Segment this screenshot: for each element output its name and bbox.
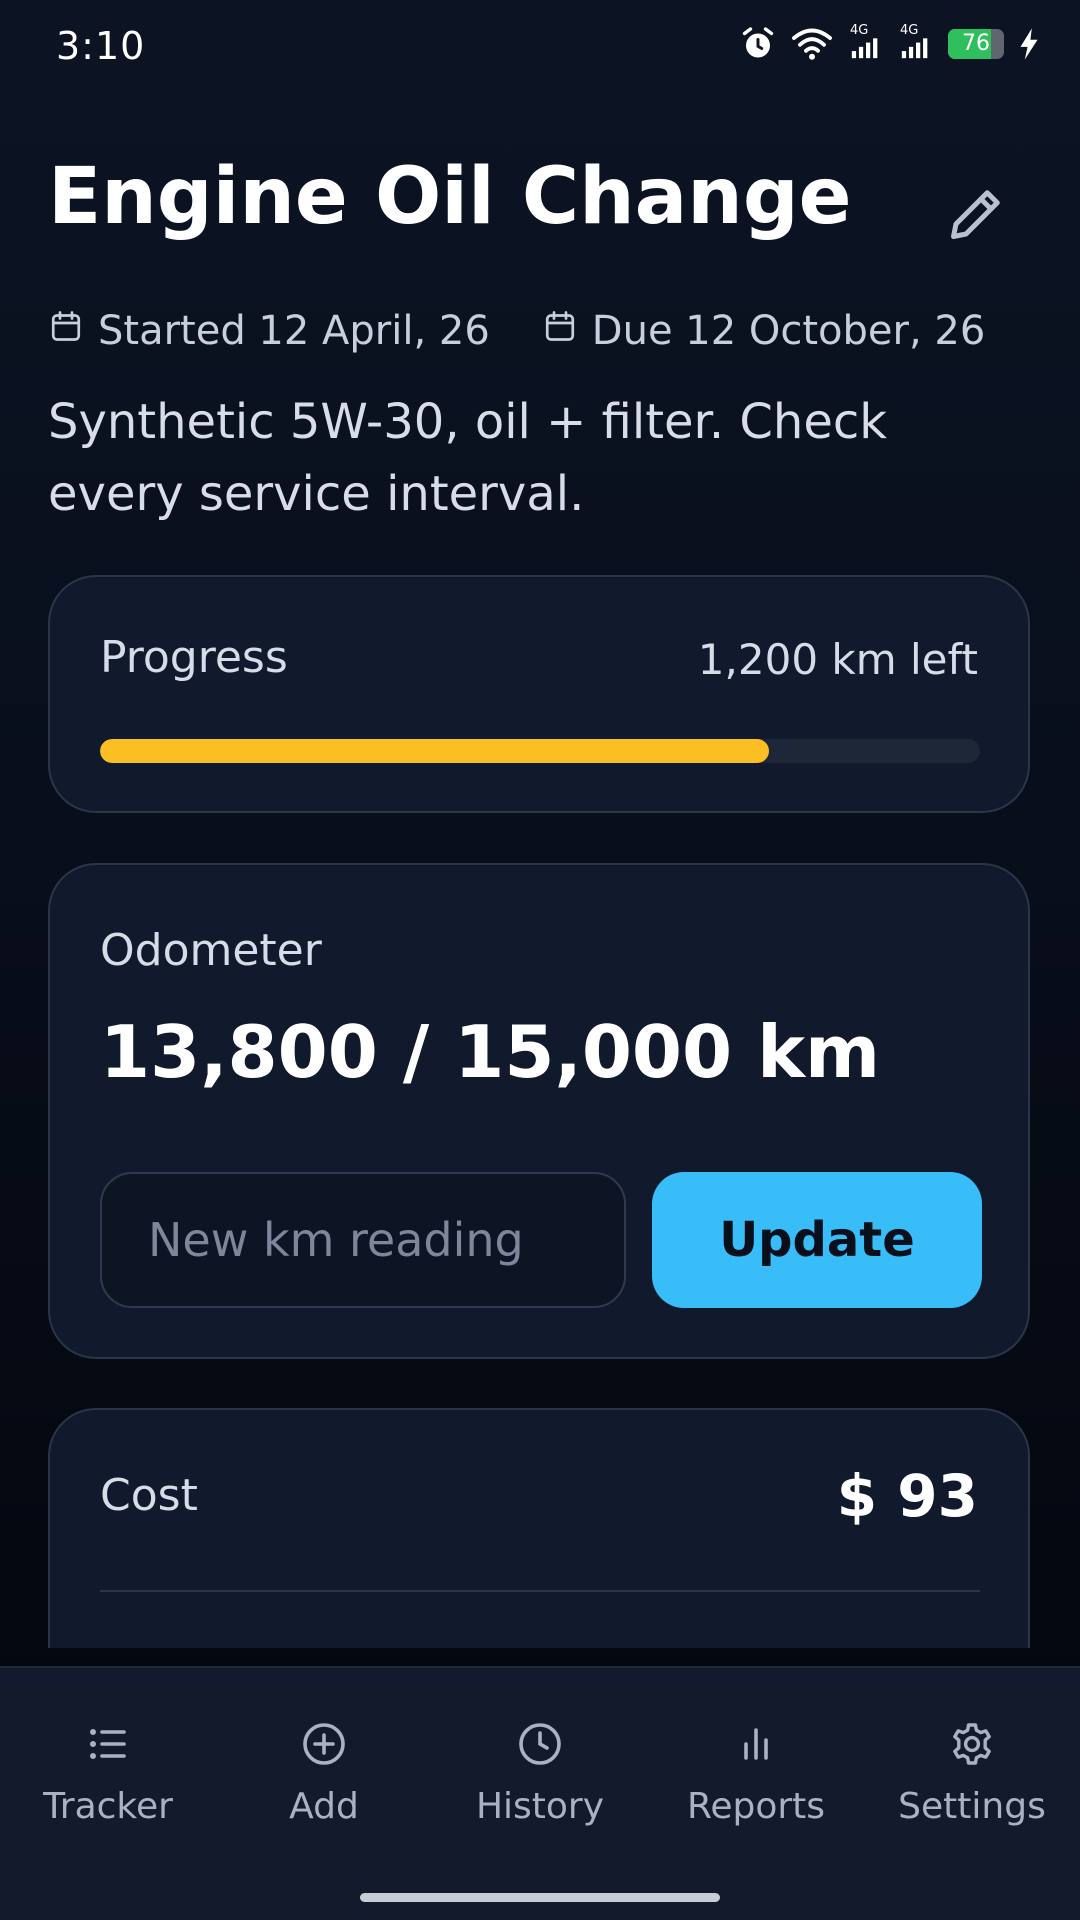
battery-level: 76	[962, 31, 990, 56]
home-indicator[interactable]	[360, 1893, 720, 1902]
gear-icon	[948, 1720, 996, 1768]
bottom-nav: Tracker Add History Reports Settings	[0, 1666, 1080, 1920]
signal-icon: 4G	[848, 23, 884, 61]
nav-item-history[interactable]: History	[432, 1720, 648, 1827]
nav-label-add: Add	[289, 1786, 359, 1827]
nav-label-reports: Reports	[686, 1786, 826, 1827]
bar-chart-icon	[732, 1720, 780, 1768]
progress-bar-fill	[100, 739, 769, 763]
battery-icon: 76	[948, 29, 1004, 59]
nav-label-history: History	[475, 1786, 605, 1827]
calendar-icon	[48, 308, 98, 354]
cost-card: Cost $ 93	[48, 1408, 1030, 1648]
start-date: Started 12 April, 26	[48, 308, 490, 354]
status-time: 3:10	[56, 24, 146, 68]
progress-label: Progress	[100, 632, 288, 683]
charging-icon	[1018, 27, 1040, 61]
calendar-icon	[542, 308, 592, 354]
nav-item-settings[interactable]: Settings	[864, 1720, 1080, 1827]
cost-label: Cost	[100, 1470, 198, 1521]
nav-item-reports[interactable]: Reports	[648, 1720, 864, 1827]
odometer-card: Odometer 13,800 / 15,000 km Update	[48, 863, 1030, 1359]
nav-label-tracker: Tracker	[43, 1786, 173, 1827]
nav-item-tracker[interactable]: Tracker	[0, 1720, 216, 1827]
dates-row: Started 12 April, 26 Due 12 October, 26	[48, 308, 985, 354]
due-date: Due 12 October, 26	[542, 308, 986, 354]
odometer-label: Odometer	[100, 925, 322, 976]
clock-icon	[516, 1720, 564, 1768]
page-title: Engine Oil Change	[48, 152, 852, 242]
cost-value: $ 93	[836, 1462, 978, 1530]
signal-icon-2: 4G	[898, 23, 934, 61]
description: Synthetic 5W-30, oil + filter. Check eve…	[48, 394, 888, 522]
due-date-text: Due 12 October, 26	[591, 308, 986, 354]
start-date-text: Started 12 April, 26	[98, 308, 490, 354]
plus-circle-icon	[300, 1720, 348, 1768]
update-button[interactable]: Update	[652, 1172, 982, 1308]
nav-label-settings: Settings	[898, 1786, 1046, 1827]
alarm-icon	[740, 26, 776, 62]
pencil-icon	[946, 184, 1006, 248]
odometer-value: 13,800 / 15,000 km	[100, 1010, 881, 1094]
status-icons: 4G 4G 76	[740, 23, 1040, 62]
edit-button[interactable]	[940, 180, 1012, 252]
list-icon	[84, 1720, 132, 1768]
status-bar: 3:10 4G 4G 76	[0, 0, 1080, 96]
progress-bar	[100, 739, 980, 763]
wifi-icon	[790, 26, 834, 62]
progress-remaining: 1,200 km left	[697, 635, 978, 684]
divider	[100, 1590, 980, 1592]
nav-item-add[interactable]: Add	[216, 1720, 432, 1827]
km-reading-input[interactable]	[100, 1172, 626, 1308]
progress-card: Progress 1,200 km left	[48, 575, 1030, 813]
